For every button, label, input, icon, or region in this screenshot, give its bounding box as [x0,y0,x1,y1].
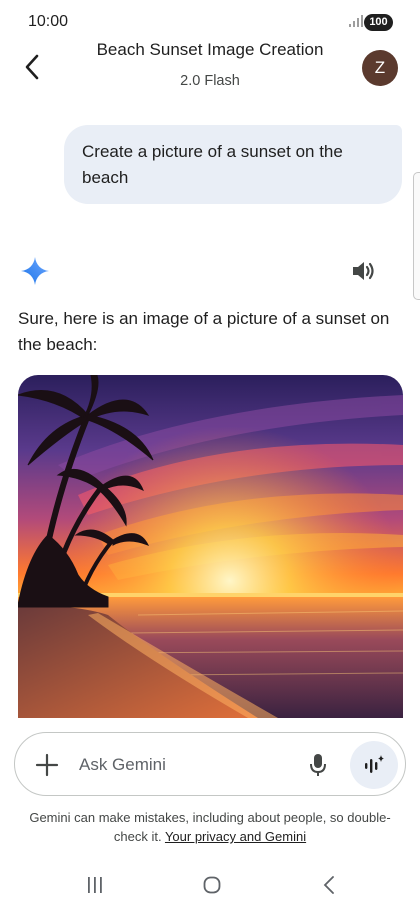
disclaimer: Gemini can make mistakes, including abou… [20,808,400,846]
plus-icon [35,753,59,777]
prompt-bar [14,732,406,796]
avatar[interactable]: Z [362,50,398,86]
chat-title: Beach Sunset Image Creation [96,40,324,59]
battery-indicator: 100 [364,14,393,31]
ask-gemini-input[interactable] [79,752,299,778]
gemini-live-button[interactable] [350,741,398,789]
gemini-sparkle-icon [21,257,49,285]
speaker-icon [353,262,374,280]
response-text: Sure, here is an image of a picture of a… [18,309,390,354]
system-nav-bar [0,864,420,910]
model-selector[interactable]: 2.0 Flash [0,73,420,89]
generated-image[interactable] [18,375,403,718]
microphone-button[interactable] [305,751,331,779]
recents-icon[interactable] [86,876,104,894]
signal-icon [349,15,363,27]
home-icon[interactable] [203,876,221,894]
nav-back-icon[interactable] [322,875,336,895]
add-attachment-button[interactable] [33,751,61,779]
scrollbar-handle[interactable] [413,172,420,300]
user-message-bubble: Create a picture of a sunset on the beac… [64,125,402,204]
gemini-live-icon [365,755,384,773]
microphone-icon [310,754,326,776]
status-time: 10:00 [28,13,69,30]
chat-header: Beach Sunset Image Creation 2.0 Flash Z [0,36,420,100]
read-aloud-button[interactable] [350,258,378,284]
sunset-beach-image [18,375,403,718]
privacy-link[interactable]: Your privacy and Gemini [165,829,306,844]
